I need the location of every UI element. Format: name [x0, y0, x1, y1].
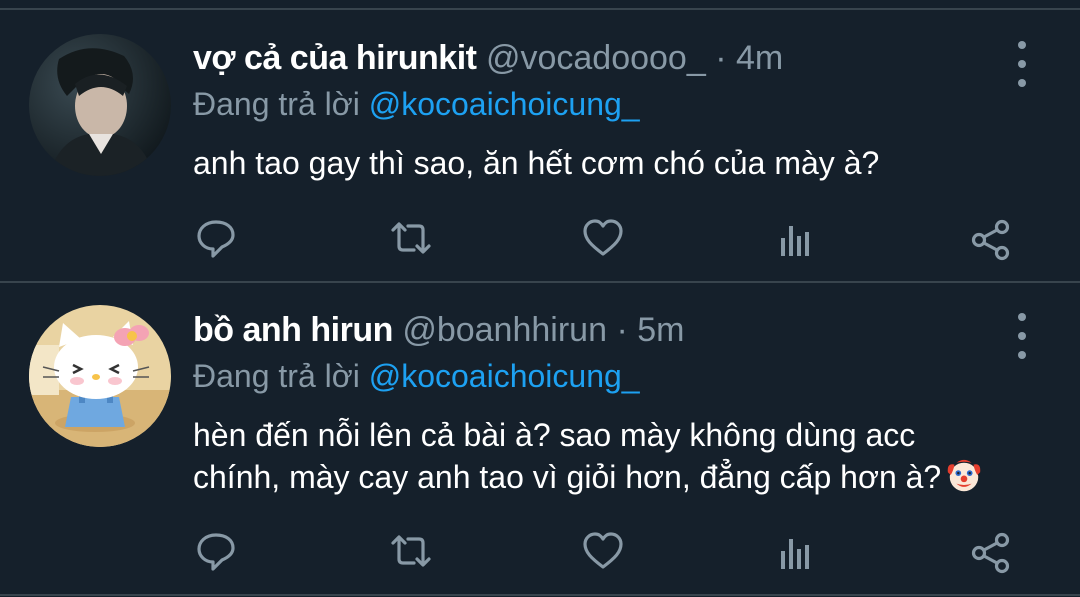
display-name[interactable]: vợ cả của hirunkit	[193, 39, 477, 77]
tweet-header: vợ cả của hirunkit @vocadoooo_ · 4m	[193, 38, 783, 78]
reply-icon[interactable]	[194, 529, 238, 573]
share-icon[interactable]	[969, 531, 1013, 575]
tweet-text-line-content: chính, mày cay anh tao vì giỏi hơn, đẳng…	[193, 459, 942, 495]
timeline-feed: vợ cả của hirunkit @vocadoooo_ · 4m Đang…	[0, 0, 1080, 597]
retweet-icon[interactable]	[389, 216, 433, 260]
tweet-text: anh tao gay thì sao, ăn hết cơm chó của …	[193, 142, 1033, 184]
avatar-photo	[29, 305, 171, 447]
tweet-text-line: hèn đến nỗi lên cả bài à? sao mày không …	[193, 417, 916, 453]
user-handle[interactable]: @vocadoooo_	[486, 39, 706, 77]
avatar-photo	[29, 34, 171, 176]
reply-prefix: Đang trả lời	[193, 358, 360, 394]
retweet-icon[interactable]	[389, 529, 433, 573]
reply-context: Đang trả lời @kocoaichoicung_	[193, 356, 640, 396]
avatar[interactable]	[29, 34, 171, 176]
reply-prefix: Đang trả lời	[193, 86, 360, 122]
divider	[0, 8, 1080, 10]
more-options-icon[interactable]	[1005, 41, 1039, 87]
tweet-text-line: chính, mày cay anh tao vì giỏi hơn, đẳng…	[193, 456, 1033, 498]
reply-mention-link[interactable]: @kocoaichoicung_	[369, 358, 640, 394]
clown-face-emoji	[947, 459, 981, 492]
analytics-icon[interactable]	[775, 531, 819, 575]
tweet-text: hèn đến nỗi lên cả bài à? sao mày không …	[193, 414, 1033, 498]
separator-dot: ·	[715, 39, 727, 77]
tweet-header: bồ anh hirun @boanhhirun · 5m	[193, 310, 684, 350]
tweet-text-line: anh tao gay thì sao, ăn hết cơm chó của …	[193, 145, 880, 181]
separator-dot: ·	[616, 311, 628, 349]
divider	[0, 594, 1080, 596]
timestamp[interactable]: 5m	[637, 311, 684, 349]
reply-mention-link[interactable]: @kocoaichoicung_	[369, 86, 640, 122]
like-icon[interactable]	[581, 216, 625, 260]
reply-context: Đang trả lời @kocoaichoicung_	[193, 84, 640, 124]
avatar[interactable]	[29, 305, 171, 447]
like-icon[interactable]	[581, 529, 625, 573]
share-icon[interactable]	[969, 218, 1013, 262]
more-options-icon[interactable]	[1005, 313, 1039, 359]
analytics-icon[interactable]	[775, 218, 819, 262]
user-handle[interactable]: @boanhhirun	[402, 311, 607, 349]
reply-icon[interactable]	[194, 216, 238, 260]
timestamp[interactable]: 4m	[736, 39, 783, 77]
divider	[0, 281, 1080, 283]
display-name[interactable]: bồ anh hirun	[193, 311, 393, 349]
